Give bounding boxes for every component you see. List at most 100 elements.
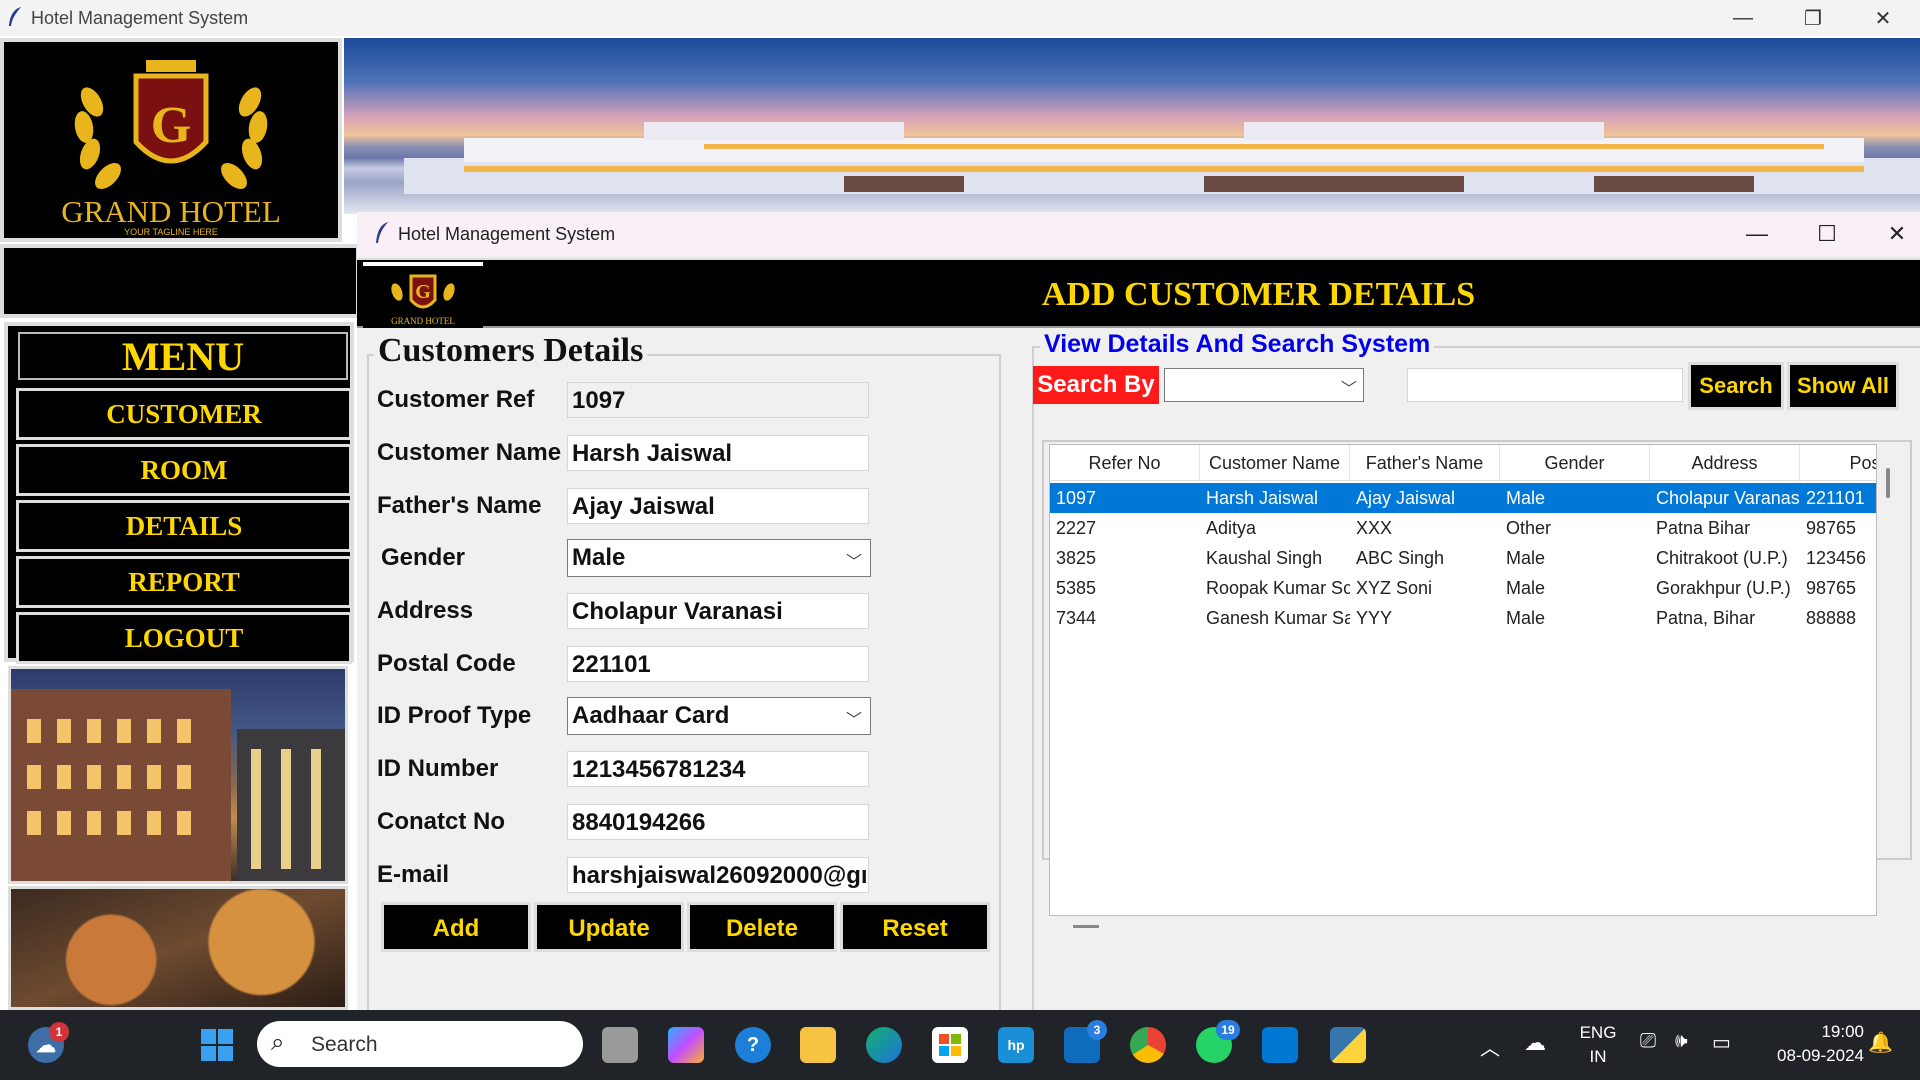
reset-button[interactable]: Reset <box>840 902 990 952</box>
search-legend: View Details And Search System <box>1040 330 1435 359</box>
customer-table[interactable]: Refer No Customer Name Father's Name Gen… <box>1049 444 1877 916</box>
gender-select[interactable]: Male ﹀ <box>567 539 871 577</box>
table-cell: 1097 <box>1056 488 1097 508</box>
start-icon[interactable] <box>199 1027 235 1063</box>
table-cell: 3825 <box>1056 548 1097 568</box>
help-icon[interactable]: ? <box>735 1027 771 1063</box>
onedrive-icon[interactable]: ☁ <box>1524 1030 1546 1056</box>
logo-brand-text: GRAND HOTEL <box>61 194 281 229</box>
clock-time[interactable]: 19:00 <box>1754 1022 1864 1042</box>
horizontal-scrollbar[interactable] <box>1073 925 1099 928</box>
weather-badge: 1 <box>49 1022 69 1042</box>
id-number-input[interactable]: 1213456781234 <box>567 751 869 787</box>
taskbar-search[interactable]: ⌕ Search <box>257 1021 583 1067</box>
hotel-building-image <box>8 666 348 884</box>
feather-icon <box>9 7 21 26</box>
column-header[interactable]: Postal <box>1800 445 1876 481</box>
postal-code-label: Postal Code <box>377 650 516 677</box>
column-header[interactable]: Refer No <box>1050 445 1200 481</box>
chevron-down-icon: ﹀ <box>1340 381 1357 398</box>
customer-name-input[interactable]: Harsh Jaiswal <box>567 435 869 471</box>
chrome-icon[interactable] <box>1130 1027 1166 1063</box>
svg-text:G: G <box>151 97 191 154</box>
fathers-name-input[interactable]: Ajay Jaiswal <box>567 488 869 524</box>
menu-customer-button[interactable]: CUSTOMER <box>16 388 352 440</box>
chevron-up-icon[interactable]: ︿ <box>1480 1032 1500 1061</box>
table-cell: 7344 <box>1056 608 1097 628</box>
feather-icon <box>376 222 388 243</box>
close-button[interactable]: ✕ <box>1848 0 1918 36</box>
store-icon[interactable] <box>932 1027 968 1063</box>
logo-tagline-text: YOUR TAGLINE HERE <box>124 227 218 237</box>
task-view-icon[interactable] <box>602 1027 638 1063</box>
email-label: E-mail <box>377 861 450 888</box>
hotel-banner-image <box>344 38 1920 214</box>
restore-button[interactable]: ❐ <box>1778 0 1848 36</box>
search-input[interactable] <box>1407 368 1683 402</box>
myhp-icon[interactable]: hp <box>998 1027 1034 1063</box>
column-header[interactable]: Customer Name <box>1200 445 1350 481</box>
child-titlebar: Hotel Management System — ☐ ✕ <box>357 212 1920 256</box>
chevron-down-icon: ﹀ <box>845 712 862 729</box>
table-row[interactable]: 2227 Aditya XXX Other Patna Bihar 98765 <box>1050 513 1876 543</box>
customer-name-label: Customer Name <box>377 439 562 466</box>
python-icon[interactable] <box>1330 1027 1366 1063</box>
menu-details-button[interactable]: DETAILS <box>16 500 352 552</box>
vertical-scrollbar[interactable] <box>1881 468 1897 908</box>
contact-no-input[interactable]: 8840194266 <box>567 804 869 840</box>
notification-bell-icon[interactable]: 🔔 <box>1868 1030 1893 1055</box>
edge-icon[interactable] <box>866 1027 902 1063</box>
language-indicator[interactable]: ENG <box>1578 1023 1618 1043</box>
update-button[interactable]: Update <box>534 902 684 952</box>
table-cell: YYY <box>1356 608 1393 628</box>
email-input[interactable]: harshjaiswal26092000@gı <box>567 857 869 893</box>
delete-button[interactable]: Delete <box>687 902 837 952</box>
table-row[interactable]: 5385 Roopak Kumar Sc XYZ Soni Male Gorak… <box>1050 573 1876 603</box>
table-header: Refer No Customer Name Father's Name Gen… <box>1050 445 1876 481</box>
customer-ref-input[interactable]: 1097 <box>567 382 869 418</box>
table-cell: Harsh Jaiswal <box>1206 488 1319 508</box>
search-by-select[interactable]: ﹀ <box>1164 368 1364 402</box>
menu-report-button[interactable]: REPORT <box>16 556 352 608</box>
child-minimize-button[interactable]: — <box>1722 212 1792 256</box>
gender-label: Gender <box>381 544 466 571</box>
menu-room-button[interactable]: ROOM <box>16 444 352 496</box>
search-button[interactable]: Search <box>1688 362 1784 410</box>
column-header[interactable]: Father's Name <box>1350 445 1500 481</box>
show-all-button[interactable]: Show All <box>1787 362 1899 410</box>
search-icon: ⌕ <box>271 1029 285 1056</box>
table-cell: ABC Singh <box>1356 548 1445 568</box>
child-close-button[interactable]: ✕ <box>1862 212 1920 256</box>
table-cell: Gorakhpur (U.P.) <box>1656 578 1791 598</box>
menu-panel: MENU CUSTOMER ROOM DETAILS REPORT LOGOUT <box>4 322 354 664</box>
whatsapp-badge: 19 <box>1216 1020 1240 1040</box>
table-cell: Chitrakoot (U.P.) <box>1656 548 1788 568</box>
table-row[interactable]: 1097 Harsh Jaiswal Ajay Jaiswal Male Cho… <box>1050 483 1876 513</box>
copilot-icon[interactable] <box>668 1027 704 1063</box>
table-cell: Male <box>1506 488 1546 508</box>
table-cell: Male <box>1506 548 1546 568</box>
battery-icon[interactable]: ▭ <box>1712 1030 1731 1055</box>
table-cell: 5385 <box>1056 578 1097 598</box>
table-row[interactable]: 3825 Kaushal Singh ABC Singh Male Chitra… <box>1050 543 1876 573</box>
network-icon[interactable]: ⎚ <box>1640 1030 1656 1053</box>
table-row[interactable]: 7344 Ganesh Kumar Sa YYY Male Patna, Bih… <box>1050 603 1876 633</box>
column-header[interactable]: Address <box>1650 445 1800 481</box>
postal-code-input[interactable]: 221101 <box>567 646 869 682</box>
minimize-button[interactable]: — <box>1708 0 1778 36</box>
address-input[interactable]: Cholapur Varanasi <box>567 593 869 629</box>
customer-details-legend: Customers Details <box>374 332 648 370</box>
file-explorer-icon[interactable] <box>800 1027 836 1063</box>
add-button[interactable]: Add <box>381 902 531 952</box>
child-maximize-button[interactable]: ☐ <box>1792 212 1862 256</box>
customer-ref-label: Customer Ref <box>377 386 535 413</box>
taskbar: ☁ 1 ⌕ Search ? hp 3 19 ︿ ☁ ENG IN ⎚ 🕪 ▭ … <box>0 1010 1920 1080</box>
table-cell: Ganesh Kumar Sa <box>1206 608 1350 628</box>
menu-logout-button[interactable]: LOGOUT <box>16 612 352 664</box>
volume-icon[interactable]: 🕪 <box>1675 1030 1688 1053</box>
menu-title: MENU <box>18 332 348 380</box>
id-proof-type-select[interactable]: Aadhaar Card ﹀ <box>567 697 871 735</box>
vscode-icon[interactable] <box>1262 1027 1298 1063</box>
svg-text:GRAND HOTEL: GRAND HOTEL <box>391 316 455 326</box>
column-header[interactable]: Gender <box>1500 445 1650 481</box>
